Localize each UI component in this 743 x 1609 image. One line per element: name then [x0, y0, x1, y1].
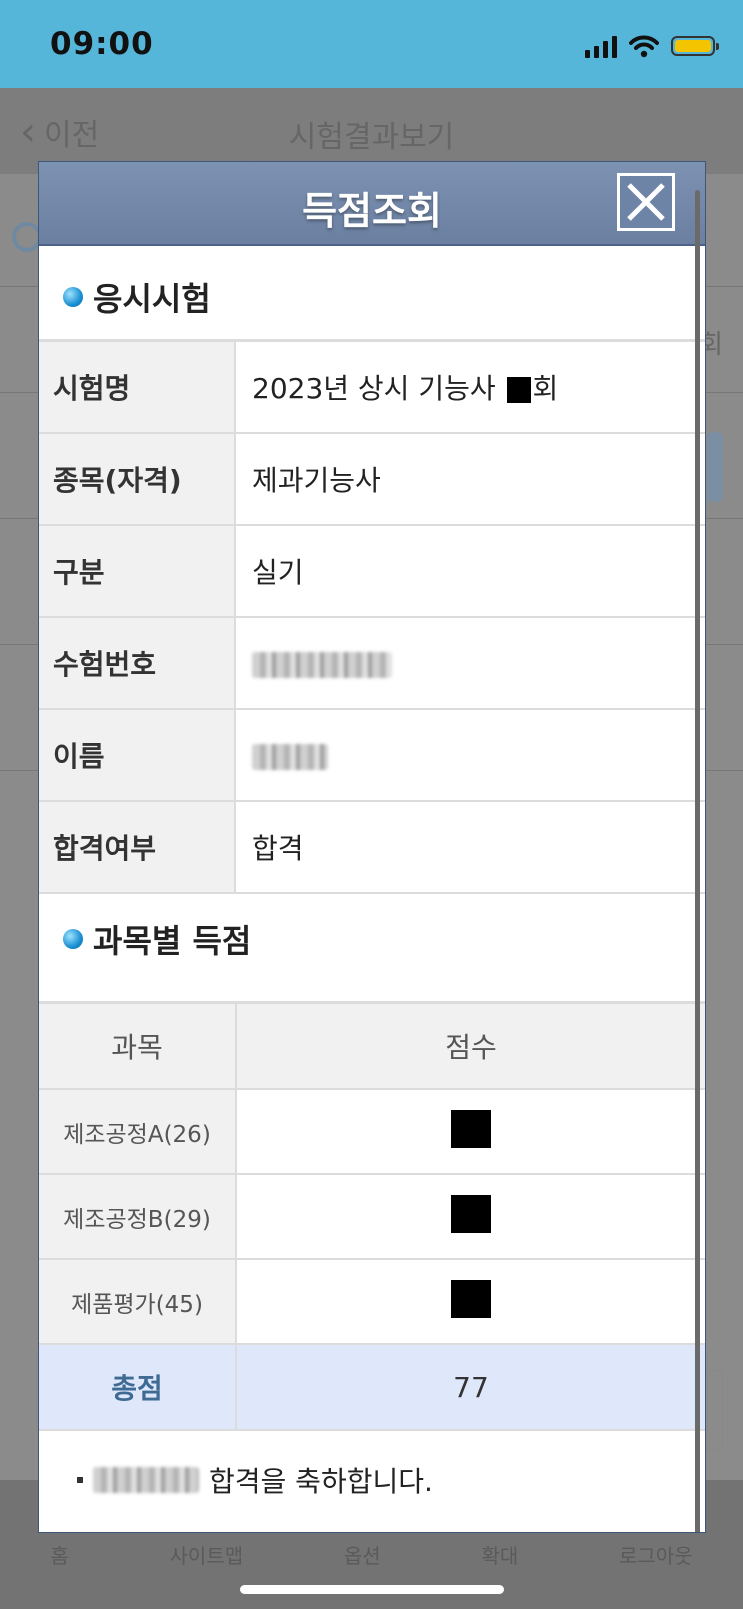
table-row: 종목(자격) 제과기능사	[39, 433, 705, 526]
subject-score	[236, 1174, 705, 1260]
redaction-box	[451, 1279, 491, 1318]
close-button[interactable]	[617, 173, 675, 231]
table-row: 이름	[39, 709, 705, 802]
subject-name: 제조공정A(26)	[39, 1089, 237, 1175]
column-header-subject: 과목	[39, 1004, 237, 1090]
subject-score	[236, 1259, 705, 1345]
subject-name: 제조공정B(29)	[39, 1174, 237, 1260]
congratulation-message: 합격을 축하합니다.	[77, 1460, 433, 1500]
table-header-row: 과목 점수	[39, 1004, 705, 1090]
tab-sitemap[interactable]: 사이트맵	[170, 1540, 244, 1569]
redaction-box	[451, 1109, 491, 1148]
table-row: 수험번호	[39, 617, 705, 710]
table-row: 구분 실기	[39, 525, 705, 618]
redaction-box	[506, 377, 531, 403]
table-row: 시험명 2023년 상시 기능사 회	[39, 342, 705, 434]
status-bar: 09:00	[0, 0, 743, 88]
subject-score	[236, 1089, 705, 1175]
radio-icon	[12, 222, 42, 252]
info-key: 구분	[39, 525, 236, 618]
tab-options[interactable]: 옵션	[344, 1540, 381, 1569]
section-title-scores: 과목별 득점	[63, 916, 251, 962]
tab-home[interactable]: 홈	[50, 1540, 68, 1569]
background-button	[705, 1370, 723, 1450]
congratulation-text: 합격을 축하합니다.	[209, 1465, 433, 1498]
score-modal: 득점조회 응시시험 시험명 2023년 상시 기능사 회 종목(자격) 제과기능…	[39, 162, 705, 1532]
bullet-dot-icon	[63, 287, 83, 307]
page-title: 시험결과보기	[288, 120, 455, 155]
exam-info-table: 시험명 2023년 상시 기능사 회 종목(자격) 제과기능사 구분 실기 수험…	[39, 342, 705, 894]
table-row: 제품평가(45)	[39, 1259, 705, 1345]
subject-score-table: 과목 점수 제조공정A(26) 제조공정B(29) 제품평가(45) 총점 77	[39, 1004, 705, 1431]
modal-header: 득점조회	[39, 162, 705, 246]
column-header-score: 점수	[236, 1004, 705, 1090]
info-key: 이름	[39, 709, 236, 802]
tab-logout[interactable]: 로그아웃	[619, 1540, 693, 1569]
info-value	[235, 617, 705, 710]
wifi-icon	[629, 35, 659, 58]
table-row: 제조공정B(29)	[39, 1174, 705, 1260]
blurred-name	[252, 743, 328, 770]
info-key: 종목(자격)	[39, 433, 236, 526]
info-key: 수험번호	[39, 617, 236, 710]
bullet-dot-icon	[63, 929, 83, 949]
modal-scrollbar[interactable]	[695, 190, 700, 1532]
status-icons	[585, 30, 719, 62]
total-label: 총점	[39, 1344, 237, 1431]
redaction-box	[451, 1194, 491, 1233]
battery-icon	[671, 36, 719, 56]
exam-name-text: 2023년 상시 기능사	[252, 372, 496, 405]
info-value: 제과기능사	[235, 433, 705, 526]
exam-round-suffix: 회	[532, 372, 559, 405]
cellular-signal-icon	[585, 34, 617, 58]
bullet-icon	[77, 1477, 83, 1483]
info-key: 시험명	[39, 342, 236, 434]
section-title-text: 응시시험	[93, 280, 211, 318]
close-x-icon	[627, 183, 665, 221]
info-key: 합격여부	[39, 801, 236, 894]
section-title-text: 과목별 득점	[93, 922, 252, 960]
home-indicator[interactable]	[240, 1585, 504, 1594]
table-row: 제조공정A(26)	[39, 1089, 705, 1175]
info-value: 2023년 상시 기능사 회	[235, 342, 705, 434]
info-value: 실기	[235, 525, 705, 618]
info-value: 합격	[235, 801, 705, 894]
info-value	[235, 709, 705, 802]
background-button	[707, 432, 723, 502]
total-row: 총점 77	[39, 1344, 705, 1431]
tab-zoom[interactable]: 확대	[481, 1540, 518, 1569]
blurred-exam-number	[252, 651, 392, 678]
subject-name: 제품평가(45)	[39, 1259, 237, 1345]
blurred-name	[93, 1467, 199, 1493]
modal-title: 득점조회	[302, 189, 442, 233]
total-score: 77	[236, 1344, 705, 1431]
table-row: 합격여부 합격	[39, 801, 705, 894]
status-time: 09:00	[50, 26, 154, 62]
section-title-exam: 응시시험	[63, 274, 211, 320]
